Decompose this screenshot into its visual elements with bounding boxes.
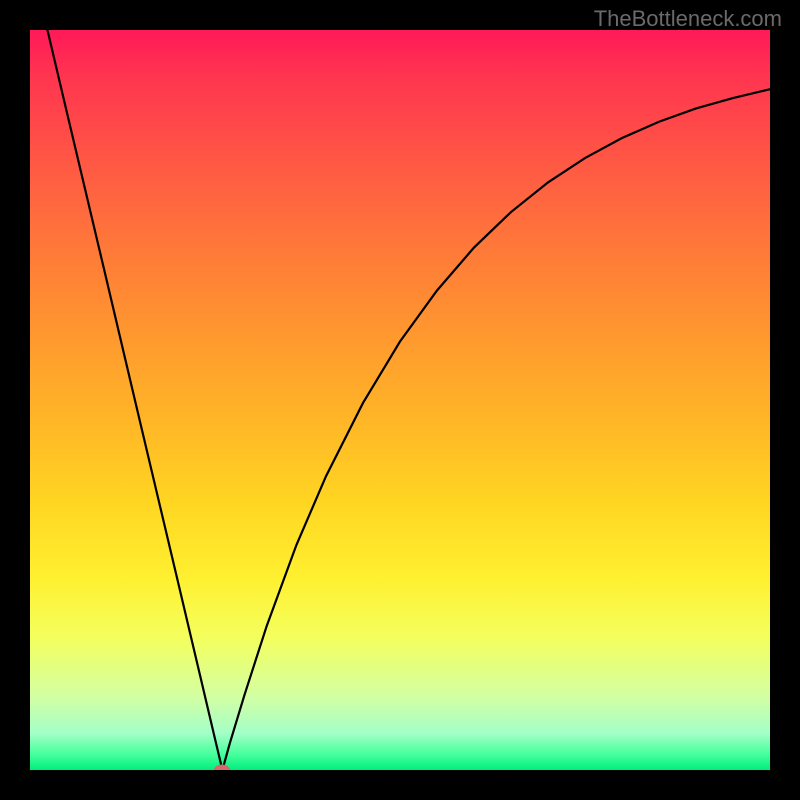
curve-svg [30,30,770,770]
bottleneck-curve-path [30,30,770,770]
minimum-marker [214,765,230,771]
watermark-text: TheBottleneck.com [594,6,782,32]
chart-plot-area [30,30,770,770]
